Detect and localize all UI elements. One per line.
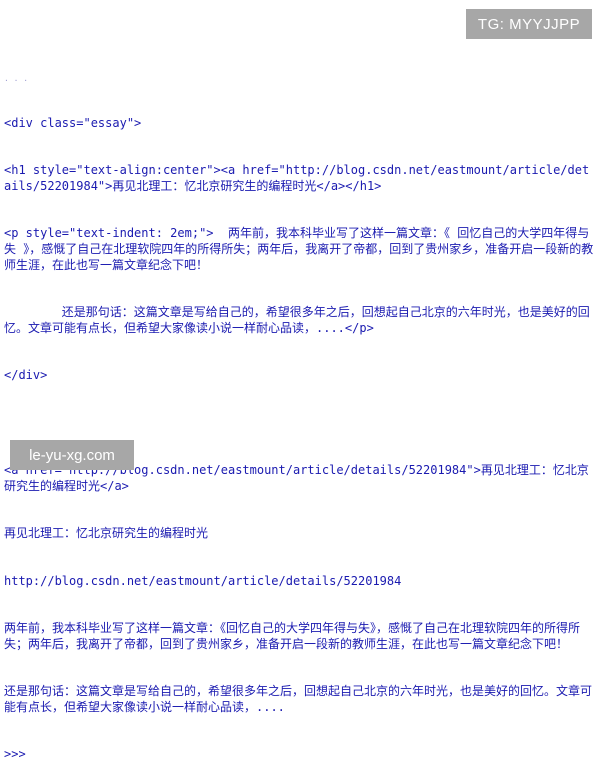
output-line-summary-1: 两年前，我本科毕业写了这样一篇文章：《回忆自己的大学四年得与失》，感慨了自己在北… bbox=[4, 621, 581, 651]
output-line-h1: <h1 style="text-align:center"><a href="h… bbox=[4, 162, 590, 193]
output-line-paragraph-cont: 还是那句话：这篇文章是写给自己的，希望很多年之后，回想起自己北京的六年时光，也是… bbox=[4, 305, 590, 335]
watermark-top-right: TG: MYYJJPP bbox=[466, 9, 592, 39]
python-shell-output[interactable]: <div class="essay"> <h1 style="text-alig… bbox=[4, 84, 596, 779]
scrolled-line-fragment: . . . bbox=[4, 74, 29, 82]
output-line-url: http://blog.csdn.net/eastmount/article/d… bbox=[4, 573, 402, 588]
shell-prompt[interactable]: >>> bbox=[4, 747, 596, 763]
output-line-paragraph: <p style="text-indent: 2em;"> 两年前，我本科毕业写… bbox=[4, 226, 594, 272]
watermark-bottom-left: le-yu-xg.com bbox=[10, 440, 134, 470]
output-line-div-open: <div class="essay"> bbox=[4, 115, 142, 130]
output-line-div-close: </div> bbox=[4, 368, 48, 383]
output-line-title: 再见北理工：忆北京研究生的编程时光 bbox=[4, 526, 209, 541]
output-line-summary-2: 还是那句话：这篇文章是写给自己的，希望很多年之后，回想起自己北京的六年时光，也是… bbox=[4, 684, 593, 715]
